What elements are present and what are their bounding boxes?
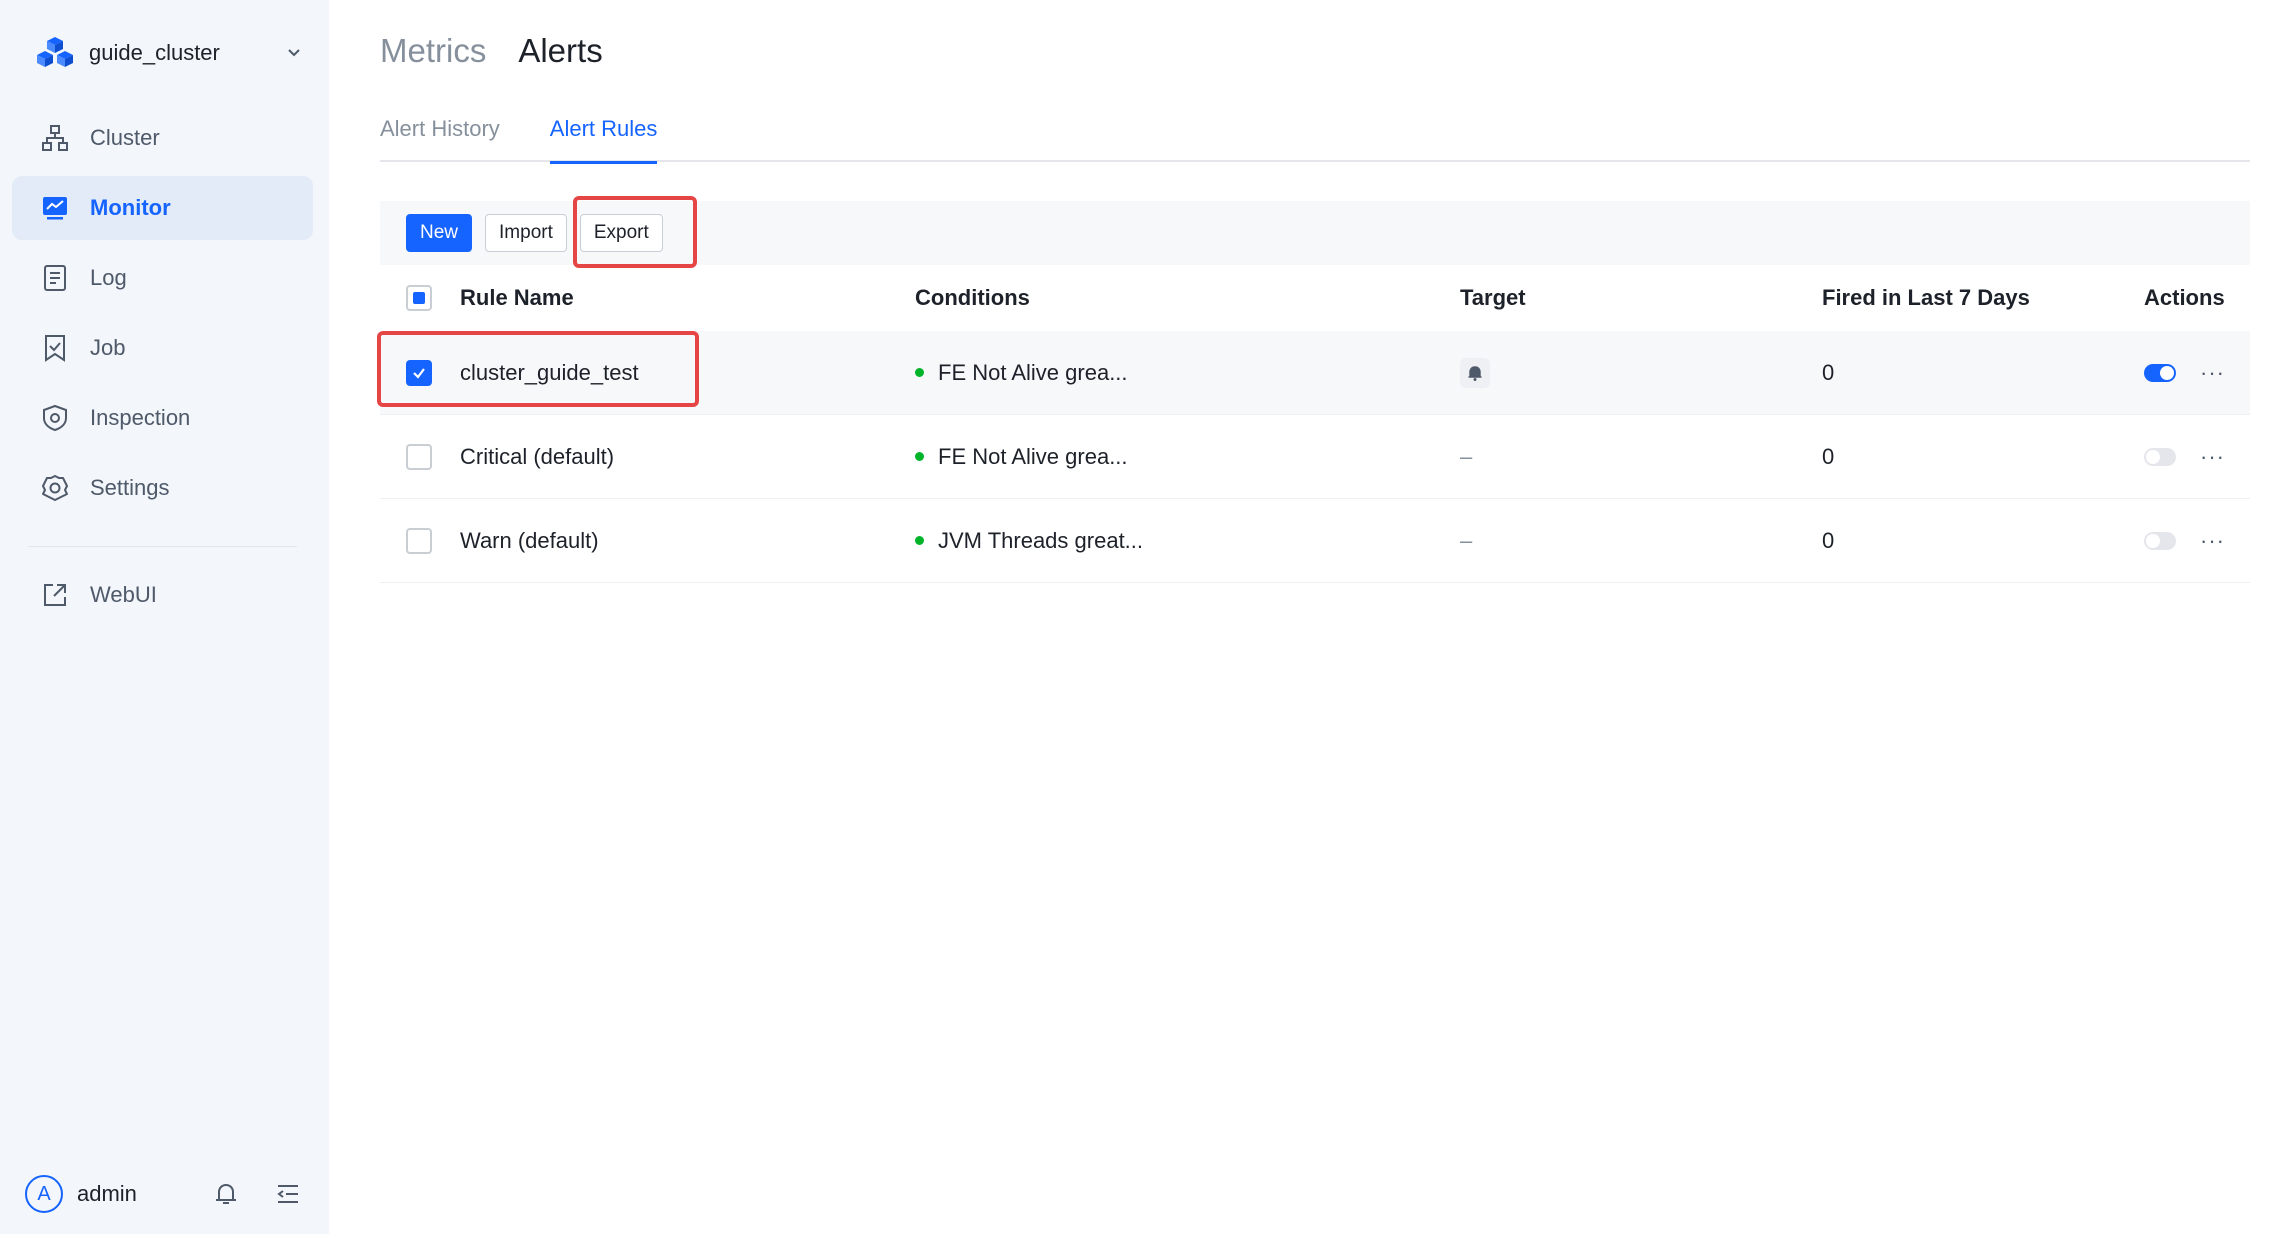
sidebar-item-label: Log	[90, 265, 127, 290]
status-dot	[915, 452, 924, 461]
notification-bell-icon[interactable]	[209, 1177, 243, 1211]
row-checkbox[interactable]	[406, 443, 432, 470]
sidebar-item-monitor[interactable]: Monitor	[12, 176, 313, 240]
sidebar-item-log[interactable]: Log	[12, 246, 313, 310]
sidebar-item-label: WebUI	[90, 582, 157, 607]
enable-toggle[interactable]	[2144, 531, 2176, 550]
row-checkbox[interactable]	[406, 359, 432, 386]
bell-icon[interactable]	[1460, 357, 1490, 388]
fired-count: 0	[1822, 527, 1835, 553]
table-header: Rule Name Conditions Target Fired in Las…	[380, 265, 2250, 331]
select-all-checkbox[interactable]	[406, 285, 432, 311]
table-row[interactable]: Critical (default) FE Not Alive grea... …	[380, 415, 2250, 499]
rule-condition: JVM Threads great...	[938, 527, 1144, 553]
check-icon	[413, 367, 425, 379]
header-target: Target	[1460, 285, 1526, 310]
sidebar-item-settings[interactable]: Settings	[12, 456, 313, 520]
sidebar-item-cluster[interactable]: Cluster	[12, 106, 313, 170]
user-bar: A admin	[25, 1174, 305, 1214]
sidebar-item-label: Settings	[90, 475, 170, 500]
chevron-down-icon	[288, 49, 300, 57]
cluster-name: guide_cluster	[89, 40, 220, 65]
more-actions-icon[interactable]: ···	[2200, 444, 2225, 470]
sidebar-item-label: Inspection	[90, 405, 191, 430]
rule-condition: FE Not Alive grea...	[938, 443, 1128, 469]
collapse-menu-icon[interactable]	[271, 1177, 305, 1211]
more-actions-icon[interactable]: ···	[2200, 528, 2225, 554]
sidebar-item-inspection[interactable]: Inspection	[12, 386, 313, 450]
rule-name[interactable]: cluster_guide_test	[460, 331, 915, 414]
cluster-logo-icon	[37, 37, 73, 67]
enable-toggle[interactable]	[2144, 363, 2176, 382]
sidebar-divider	[28, 546, 297, 547]
toolbar: New Import Export	[380, 201, 2250, 265]
enable-toggle[interactable]	[2144, 447, 2176, 466]
new-button[interactable]: New	[406, 214, 473, 252]
sidebar-item-job[interactable]: Job	[12, 316, 313, 380]
gear-icon	[40, 473, 70, 503]
tab-alert-rules[interactable]: Alert Rules	[549, 116, 657, 164]
rule-target: –	[1460, 527, 1473, 553]
sub-tabs: Alert History Alert Rules	[380, 116, 2250, 164]
sidebar: guide_cluster Cluster Monitor Log Job In…	[0, 0, 329, 1234]
sidebar-item-label: Monitor	[90, 195, 171, 220]
user-name[interactable]: admin	[77, 1181, 181, 1207]
header-conditions: Conditions	[915, 285, 1030, 310]
tab-alerts[interactable]: Alerts	[518, 32, 602, 70]
header-actions: Actions	[2144, 285, 2225, 310]
rule-condition: FE Not Alive grea...	[938, 359, 1128, 385]
sidebar-item-label: Cluster	[90, 125, 160, 150]
fired-count: 0	[1822, 359, 1835, 385]
tab-alert-history[interactable]: Alert History	[380, 116, 500, 162]
tab-metrics[interactable]: Metrics	[380, 32, 486, 70]
avatar[interactable]: A	[25, 1175, 63, 1213]
status-dot	[915, 368, 924, 377]
sidebar-item-webui[interactable]: WebUI	[12, 563, 313, 627]
rule-name[interactable]: Critical (default)	[460, 415, 915, 498]
external-link-icon	[40, 580, 70, 610]
page-tabs: Metrics Alerts	[380, 32, 635, 70]
cluster-icon	[40, 123, 70, 153]
job-icon	[40, 333, 70, 363]
import-button[interactable]: Import	[485, 214, 567, 252]
status-dot	[915, 536, 924, 545]
export-button[interactable]: Export	[579, 214, 663, 252]
inspection-icon	[40, 403, 70, 433]
sidebar-nav: Cluster Monitor Log Job Inspection Setti…	[12, 106, 313, 633]
log-icon	[40, 263, 70, 293]
more-actions-icon[interactable]: ···	[2200, 360, 2225, 386]
rule-target: –	[1460, 443, 1473, 469]
fired-count: 0	[1822, 443, 1835, 469]
alert-rules-table: Rule Name Conditions Target Fired in Las…	[380, 265, 2250, 583]
header-rule-name[interactable]: Rule Name	[460, 265, 915, 331]
row-checkbox[interactable]	[406, 527, 432, 554]
table-row[interactable]: cluster_guide_test FE Not Alive grea... …	[380, 331, 2250, 415]
monitor-icon	[40, 193, 70, 223]
cluster-switcher[interactable]: guide_cluster	[35, 31, 305, 75]
rule-name[interactable]: Warn (default)	[460, 499, 915, 582]
header-fired[interactable]: Fired in Last 7 Days	[1822, 265, 2144, 331]
table-row[interactable]: Warn (default) JVM Threads great... – 0 …	[380, 499, 2250, 583]
sidebar-item-label: Job	[90, 335, 126, 360]
